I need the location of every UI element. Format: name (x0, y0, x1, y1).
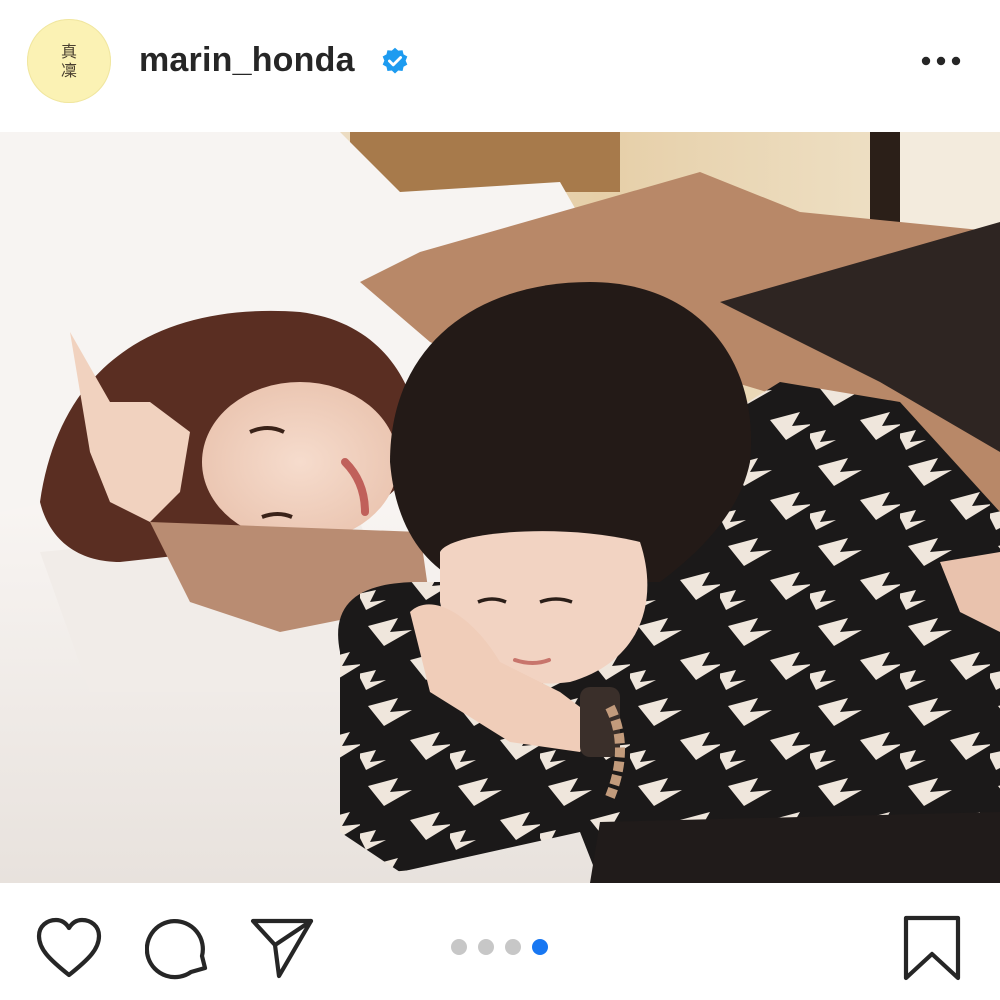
avatar-char-1: 真 (60, 42, 77, 61)
avatar-char-2: 凜 (60, 61, 77, 80)
carousel-dot[interactable] (505, 939, 521, 955)
paper-plane-icon[interactable] (249, 916, 315, 980)
heart-icon[interactable] (35, 917, 103, 979)
carousel-dot[interactable] (451, 939, 467, 955)
carousel-dot[interactable] (478, 939, 494, 955)
post-header: 真 凜 marin_honda (0, 0, 1000, 132)
more-horizontal-icon[interactable] (919, 52, 963, 70)
verified-badge-icon (382, 47, 408, 74)
username[interactable]: marin_honda (139, 41, 355, 80)
carousel-dot[interactable] (532, 939, 548, 955)
bookmark-icon[interactable] (902, 914, 962, 982)
carousel-indicator (451, 939, 548, 955)
avatar[interactable]: 真 凜 (27, 19, 111, 103)
comment-icon[interactable] (145, 915, 211, 981)
post-photo[interactable] (0, 132, 1000, 883)
photo-illustration (0, 132, 1000, 883)
